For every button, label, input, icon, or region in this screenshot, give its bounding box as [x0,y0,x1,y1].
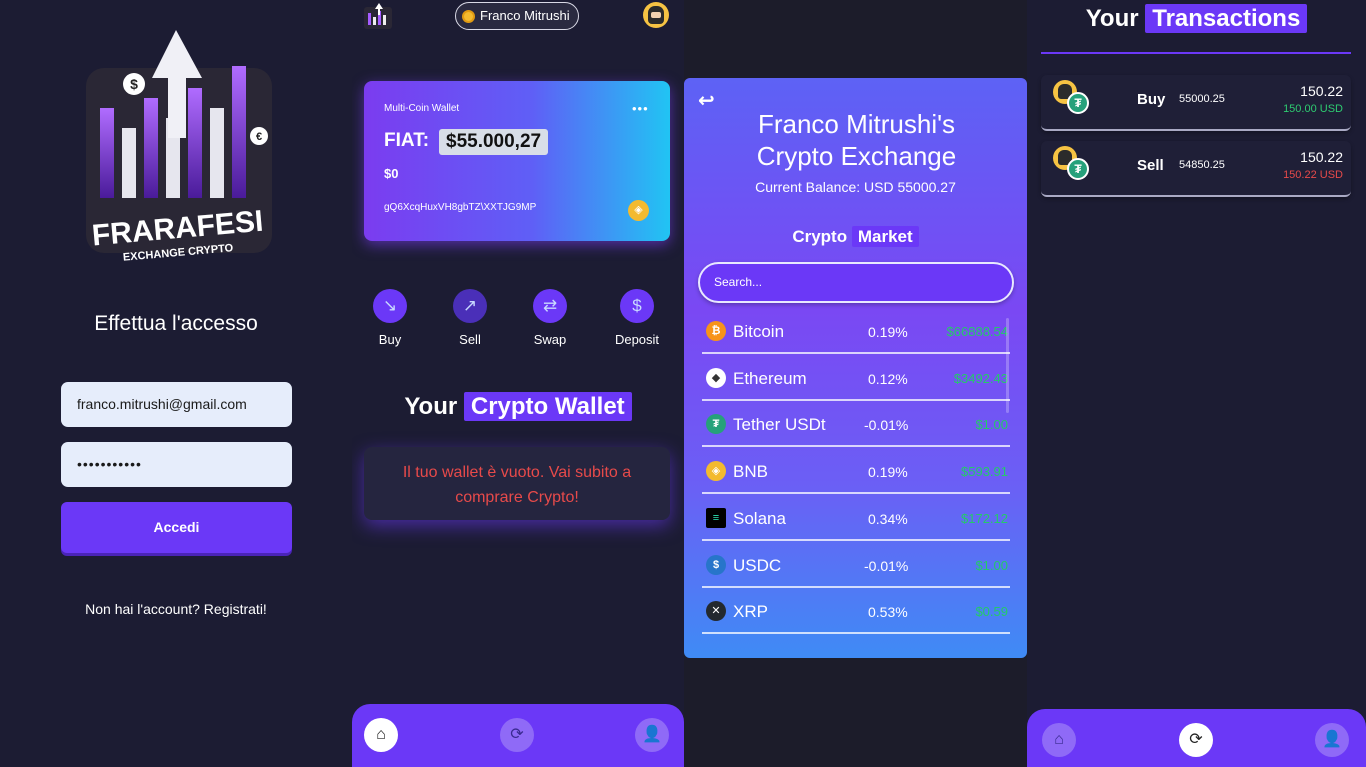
email-field[interactable]: franco.mitrushi@gmail.com [61,382,292,427]
svg-text:$: $ [130,76,138,92]
coin-row-tether[interactable]: ₮ Tether USDt -0.01% $1.00 [702,411,1010,447]
transactions-panel: Your Transactions ₮ Buy 55000.25 150.22 … [1027,0,1366,767]
swap-icon: ⇄ [533,289,567,323]
deposit-label: Deposit [614,332,660,347]
transaction-row[interactable]: ₮ Sell 54850.25 150.22 150.22 USD [1041,141,1351,197]
login-button[interactable]: Accedi [61,502,292,553]
profile-icon[interactable]: 👤 [635,718,669,752]
ethereum-icon: ◆ [706,368,726,388]
transactions-title: Your Transactions [1027,4,1366,33]
coin-icon [462,10,475,23]
register-link[interactable]: Non hai l'account? Registrati! [0,601,352,617]
exchange-panel: ↩ Franco Mitrushi's Crypto Exchange Curr… [684,0,1027,767]
transaction-row[interactable]: ₮ Buy 55000.25 150.22 150.00 USD [1041,75,1351,131]
profile-icon[interactable]: 👤 [1315,723,1349,757]
card-label: Multi-Coin Wallet [384,103,460,114]
back-icon[interactable]: ↩ [698,88,715,113]
solana-icon: ≡ [706,508,726,528]
refresh-icon[interactable]: ⟳ [500,718,534,752]
bottom-nav: ⌂ ⟳ 👤 [352,704,684,767]
app-logo-icon [364,3,392,29]
tether-icon: ₮ [1053,80,1093,116]
tether-icon: ₮ [706,414,726,434]
refresh-icon[interactable]: ⟳ [1179,723,1213,757]
fiat-balance: $55.000,27 [439,129,549,155]
coin-row-bnb[interactable]: ◈ BNB 0.19% $593.91 [702,458,1010,494]
swap-label: Swap [533,332,567,347]
coin-row-ethereum[interactable]: ◆ Ethereum 0.12% $3492.43 [702,365,1010,401]
title-divider [1041,52,1351,54]
frarafesi-logo: $ € FRARAFESI EXCHANGE CRYPTO [86,30,272,264]
swap-button[interactable]: ⇄ Swap [520,289,580,347]
home-icon[interactable]: ⌂ [1042,723,1076,757]
coin-row-bitcoin[interactable]: ₿ Bitcoin 0.19% $66888.54 [702,318,1010,354]
wallet-card: Multi-Coin Wallet ••• FIAT: $55.000,27 $… [364,81,670,241]
user-name-pill[interactable]: Franco Mitrushi [455,2,579,30]
exchange-title: Franco Mitrushi's Crypto Exchange [756,109,957,171]
arrow-up-right-icon: ↗ [453,289,487,323]
search-input[interactable]: Search... [698,262,1014,303]
wallet-address: gQ6XcqHuxVH8gbTZ\XXTJG9MP [384,202,537,213]
market-title: Crypto Market [684,226,1027,247]
coin-row-solana[interactable]: ≡ Solana 0.34% $172.12 [702,505,1010,541]
coin-row-usdc[interactable]: $ USDC -0.01% $1.00 [702,552,1010,588]
bnb-icon: ◈ [706,461,726,481]
password-field[interactable]: ••••••••••• [61,442,292,487]
sell-label: Sell [459,332,481,347]
svg-text:€: € [256,131,262,143]
current-balance: Current Balance: USD 55000.27 [755,179,956,195]
empty-wallet-message: Il tuo wallet è vuoto. Vai subito a comp… [364,447,670,520]
buy-button[interactable]: ↘ Buy [360,289,420,347]
deposit-button[interactable]: $ Deposit [607,289,667,347]
coin-row-xrp[interactable]: ✕ XRP 0.53% $0.59 [702,598,1010,634]
more-options-icon[interactable]: ••• [632,101,649,116]
arrow-down-right-icon: ↘ [373,289,407,323]
tether-icon: ₮ [1053,146,1093,182]
dollar-icon: $ [620,289,654,323]
bnb-icon: ◈ [628,200,649,221]
sell-button[interactable]: ↗ Sell [440,289,500,347]
bitcoin-icon: ₿ [706,321,726,341]
wallet-section-title: Your Crypto Wallet [352,392,684,421]
wallet-panel: Franco Mitrushi Multi-Coin Wallet ••• FI… [352,0,684,767]
login-panel: $ € FRARAFESI EXCHANGE CRYPTO Effettua l… [0,0,352,767]
crypto-balance: $0 [384,166,399,181]
market-scrollbar[interactable] [1006,318,1009,413]
avatar[interactable] [643,2,669,28]
user-name: Franco Mitrushi [480,8,570,23]
home-icon[interactable]: ⌂ [364,718,398,752]
buy-label: Buy [378,332,402,347]
xrp-icon: ✕ [706,601,726,621]
fiat-label: FIAT: [384,130,430,151]
login-title: Effettua l'accesso [94,312,258,335]
bottom-nav: ⌂ ⟳ 👤 [1027,709,1366,767]
exchange-card: ↩ Franco Mitrushi's Crypto Exchange Curr… [684,78,1027,658]
usdc-icon: $ [706,555,726,575]
